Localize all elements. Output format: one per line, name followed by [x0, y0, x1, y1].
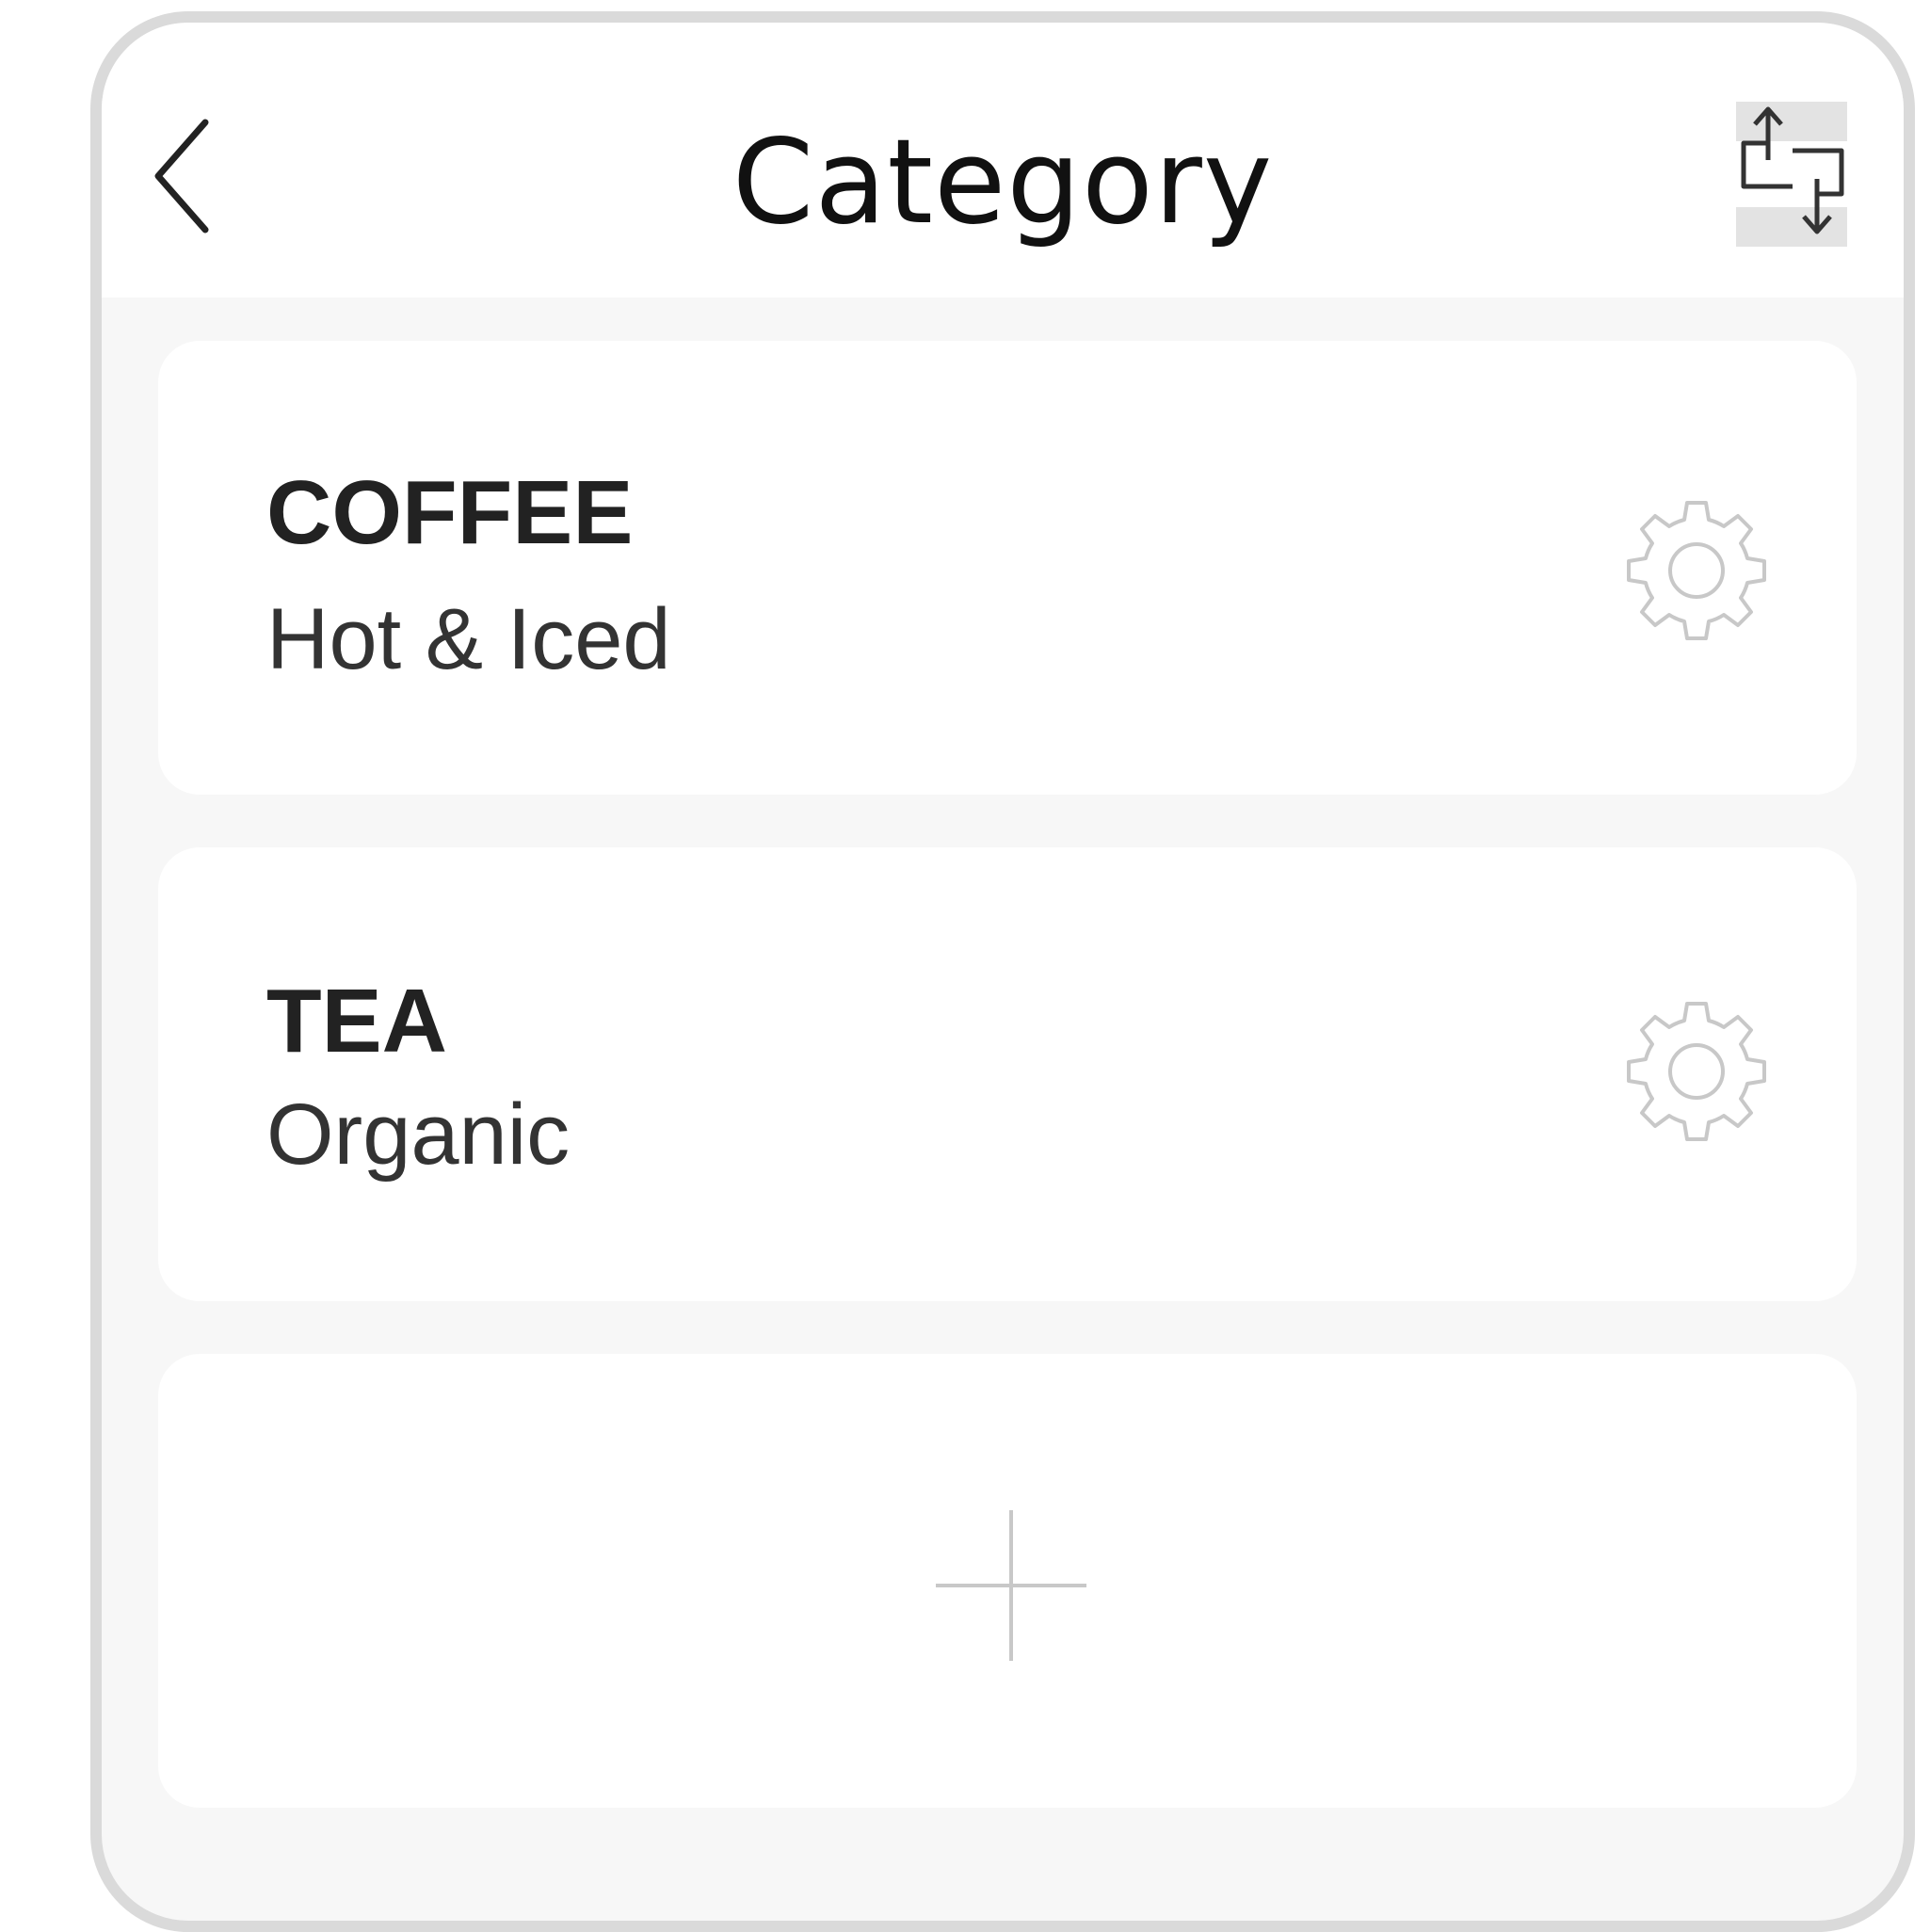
add-category-card[interactable]: [158, 1354, 1857, 1808]
gear-icon: [1627, 501, 1766, 640]
plus-icon: [936, 1510, 1086, 1661]
category-settings-button[interactable]: [1621, 994, 1772, 1145]
category-name: COFFEE: [266, 462, 634, 563]
device-frame: Category COFFEE Hot & Iced TEA Organic: [90, 11, 1915, 1932]
gear-icon: [1627, 1002, 1766, 1141]
page-title: Category: [732, 115, 1274, 250]
category-card-tea[interactable]: TEA Organic: [158, 847, 1857, 1301]
reorder-button[interactable]: [1727, 94, 1858, 254]
category-name: TEA: [266, 971, 447, 1071]
category-subtitle: Organic: [266, 1087, 571, 1183]
category-settings-button[interactable]: [1621, 493, 1772, 644]
reorder-icon: [1741, 106, 1844, 234]
category-subtitle: Hot & Iced: [266, 591, 671, 687]
category-card-coffee[interactable]: COFFEE Hot & Iced: [158, 341, 1857, 795]
header-bar: Category: [102, 23, 1904, 298]
